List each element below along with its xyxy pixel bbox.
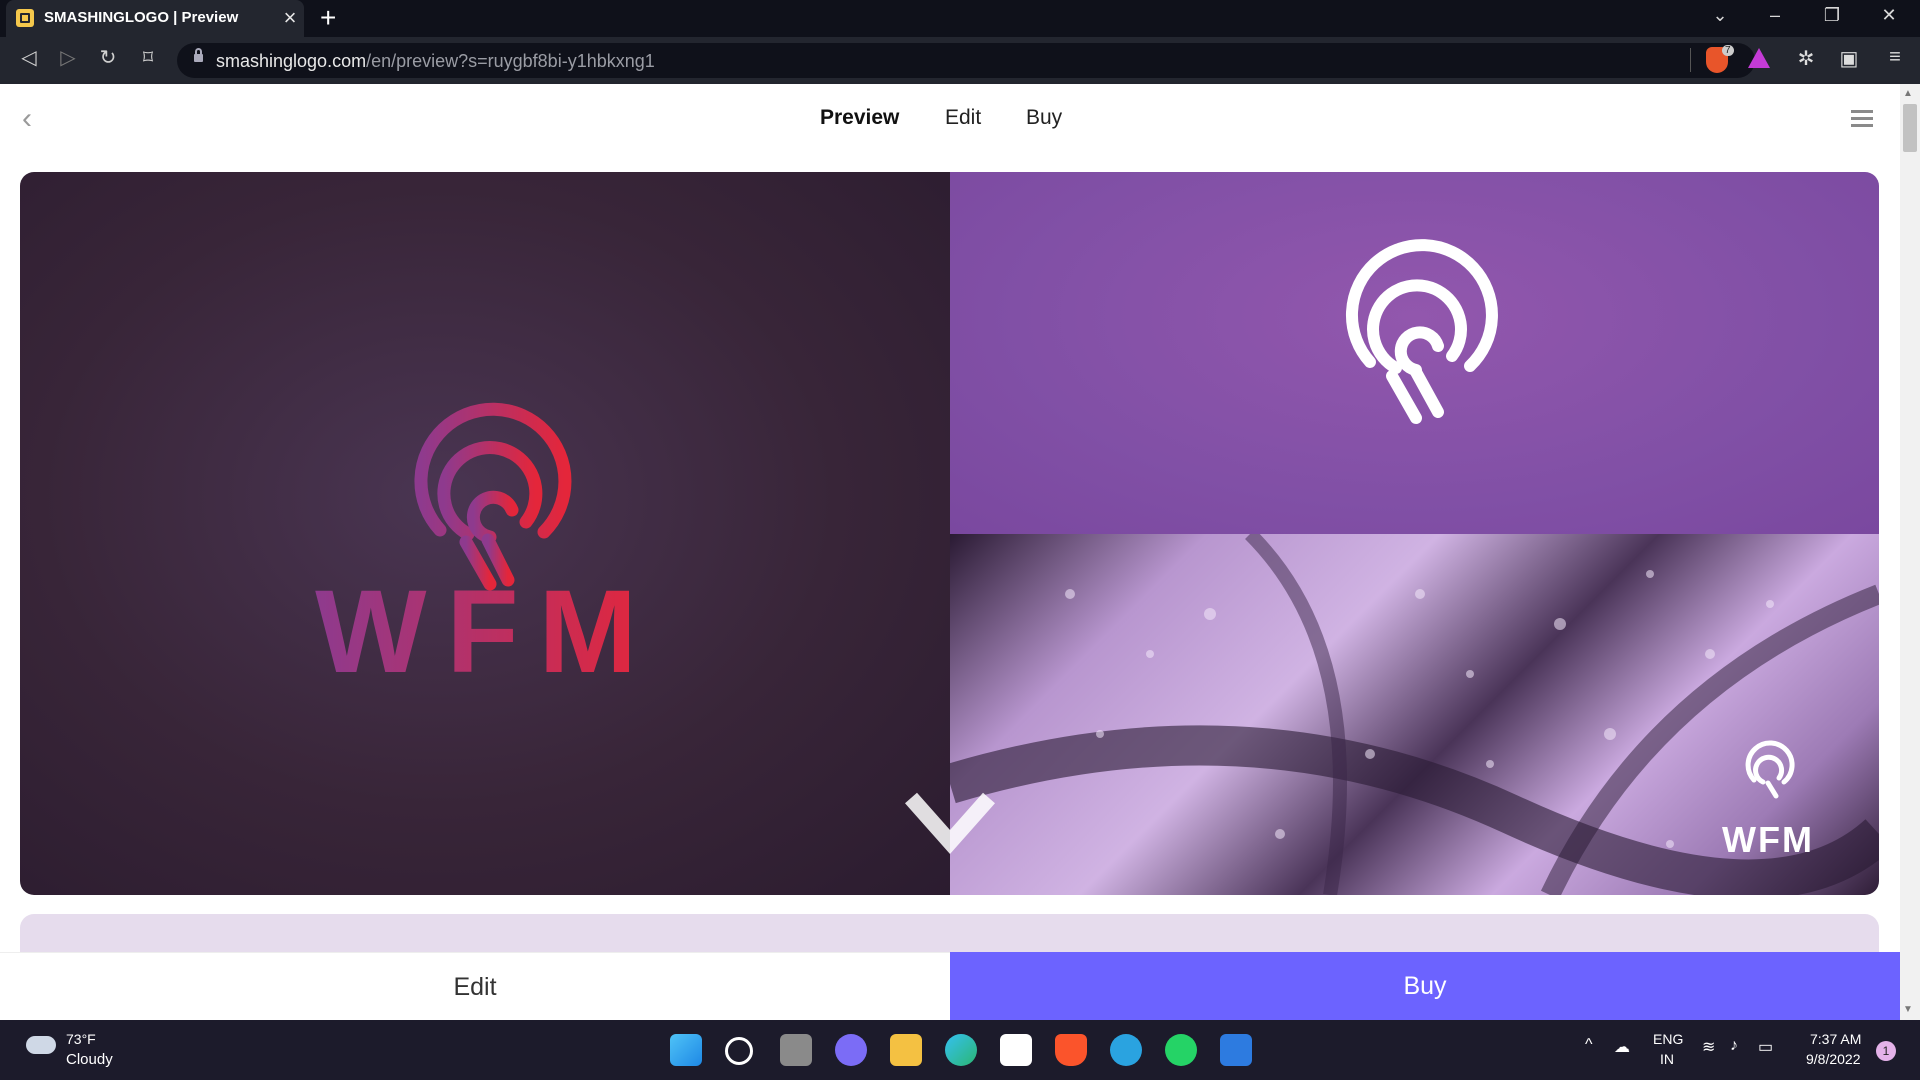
shield-count-badge: 7	[1722, 45, 1734, 56]
forward-icon[interactable]: ▷	[53, 45, 83, 70]
wallet-icon[interactable]: ▣	[1834, 46, 1864, 71]
scrollbar-thumb[interactable]	[1903, 104, 1917, 152]
telegram-icon[interactable]	[1110, 1034, 1142, 1066]
whatsapp-icon[interactable]	[1165, 1034, 1197, 1066]
url-domain: smashinglogo.com	[216, 51, 367, 71]
language-indicator[interactable]: ENG	[1653, 1031, 1683, 1047]
file-explorer-icon[interactable]	[890, 1034, 922, 1066]
search-icon[interactable]	[725, 1037, 753, 1065]
logo-wordmark: WFM	[315, 566, 657, 698]
wifi-icon[interactable]: ≋	[1702, 1037, 1715, 1057]
language-region[interactable]: IN	[1660, 1051, 1674, 1067]
browser-tab[interactable]: SMASHINGLOGO | Preview ×	[6, 0, 304, 37]
tray-overflow-icon[interactable]: ^	[1585, 1036, 1593, 1054]
buy-button[interactable]: Buy	[950, 952, 1900, 1020]
new-tab-button[interactable]: +	[320, 2, 336, 34]
close-tab-icon[interactable]: ×	[280, 5, 300, 31]
cloud-icon[interactable]	[26, 1036, 56, 1054]
fingerprint-mark-icon	[414, 402, 572, 591]
smashinglogo-favicon-icon	[16, 9, 34, 27]
nav-preview[interactable]: Preview	[820, 106, 899, 130]
logo-preview-purple-panel	[950, 172, 1879, 534]
hamburger-menu-icon[interactable]	[1851, 110, 1873, 128]
battery-icon[interactable]: ▭	[1758, 1037, 1773, 1057]
volume-icon[interactable]: ♪	[1730, 1037, 1738, 1055]
weather-description[interactable]: Cloudy	[66, 1051, 113, 1068]
scroll-down-chevron-icon[interactable]	[905, 790, 995, 860]
fingerprint-mark-white-icon	[1346, 239, 1498, 424]
reload-icon[interactable]: ↻	[93, 45, 123, 70]
restore-icon[interactable]: ❐	[1812, 5, 1852, 26]
nav-edit[interactable]: Edit	[945, 106, 981, 130]
logo-preview-dark-panel: WFM	[20, 172, 950, 895]
task-view-icon[interactable]	[780, 1034, 812, 1066]
brave-icon[interactable]	[1055, 1034, 1087, 1066]
watermark-wordmark: WFM	[1722, 819, 1814, 860]
onedrive-warning-icon[interactable]: ☁	[1614, 1037, 1630, 1057]
clock-date[interactable]: 9/8/2022	[1806, 1051, 1861, 1067]
page-scrollbar[interactable]	[1900, 84, 1920, 1020]
edit-button[interactable]: Edit	[0, 952, 950, 1020]
url-text[interactable]: smashinglogo.com/en/preview?s=ruygbf8bi-…	[216, 51, 655, 72]
brave-rewards-icon[interactable]	[1748, 48, 1770, 68]
leaf-texture-image: WFM	[950, 534, 1879, 895]
minimize-icon[interactable]: –	[1755, 5, 1795, 26]
browser-menu-icon[interactable]: ≡	[1880, 46, 1910, 69]
scroll-down-arrow-icon[interactable]: ▼	[1903, 1004, 1913, 1015]
notification-badge[interactable]: 1	[1876, 1041, 1896, 1061]
back-icon[interactable]: ◁	[14, 45, 44, 70]
back-chevron-icon[interactable]: ‹	[22, 102, 32, 136]
bookmark-icon[interactable]: ⌑	[133, 45, 163, 70]
edge-icon[interactable]	[945, 1034, 977, 1066]
watermark-logo: WFM	[1722, 740, 1814, 860]
tab-search-icon[interactable]: ⌄	[1700, 5, 1740, 26]
windows-start-icon[interactable]	[670, 1034, 702, 1066]
lock-icon	[194, 48, 203, 62]
store-icon[interactable]	[1000, 1034, 1032, 1066]
leaf-photo-mockup: WFM	[950, 534, 1879, 895]
url-path: /en/preview?s=ruygbf8bi-y1hbkxng1	[366, 51, 655, 71]
address-divider	[1690, 48, 1691, 72]
wfm-logo-gradient: WFM	[315, 402, 657, 698]
chat-icon[interactable]	[835, 1034, 867, 1066]
weather-temperature[interactable]: 73°F	[66, 1031, 96, 1047]
extensions-icon[interactable]: ✲	[1791, 46, 1821, 71]
close-window-icon[interactable]: ✕	[1869, 5, 1909, 26]
scroll-up-arrow-icon[interactable]: ▲	[1903, 88, 1913, 99]
clock-time[interactable]: 7:37 AM	[1810, 1031, 1861, 1047]
tab-title: SMASHINGLOGO | Preview	[44, 9, 239, 26]
media-player-icon[interactable]	[1220, 1034, 1252, 1066]
nav-buy[interactable]: Buy	[1026, 106, 1062, 130]
